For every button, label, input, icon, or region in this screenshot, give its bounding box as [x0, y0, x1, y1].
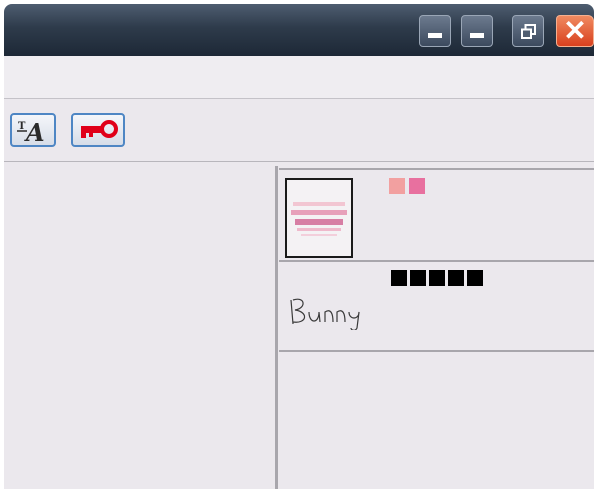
minimize-button-secondary[interactable] [461, 15, 493, 47]
menu-bar [4, 56, 594, 99]
list-item[interactable] [279, 262, 594, 352]
color-swatch [409, 178, 425, 194]
black-square [429, 270, 445, 286]
font-style-icon: T A [17, 118, 45, 147]
black-square [467, 270, 483, 286]
thumbnail-image [291, 202, 347, 236]
font-style-button[interactable]: T A [10, 113, 56, 147]
image-thumbnail[interactable] [285, 178, 353, 258]
minimize-button[interactable] [419, 15, 451, 47]
black-square [391, 270, 407, 286]
empty-area [279, 352, 594, 489]
pane-splitter[interactable] [275, 166, 278, 489]
black-square [448, 270, 464, 286]
restore-icon [521, 24, 536, 39]
close-button[interactable]: ✕ [556, 15, 594, 47]
black-square [410, 270, 426, 286]
app-window: ✕ T A [4, 4, 594, 489]
signature-image [287, 290, 367, 331]
toolbar: T A [4, 99, 594, 162]
restore-button[interactable] [512, 15, 544, 47]
minimize-icon [428, 33, 442, 38]
color-swatch [389, 178, 405, 194]
close-icon: ✕ [563, 15, 587, 46]
list-item[interactable] [279, 170, 594, 262]
right-pane [279, 168, 594, 489]
minimize-icon [470, 33, 484, 38]
title-bar[interactable]: ✕ [4, 4, 594, 56]
left-pane [4, 162, 276, 489]
key-icon [81, 120, 118, 138]
key-button[interactable] [71, 113, 125, 147]
svg-text:A: A [24, 118, 45, 145]
